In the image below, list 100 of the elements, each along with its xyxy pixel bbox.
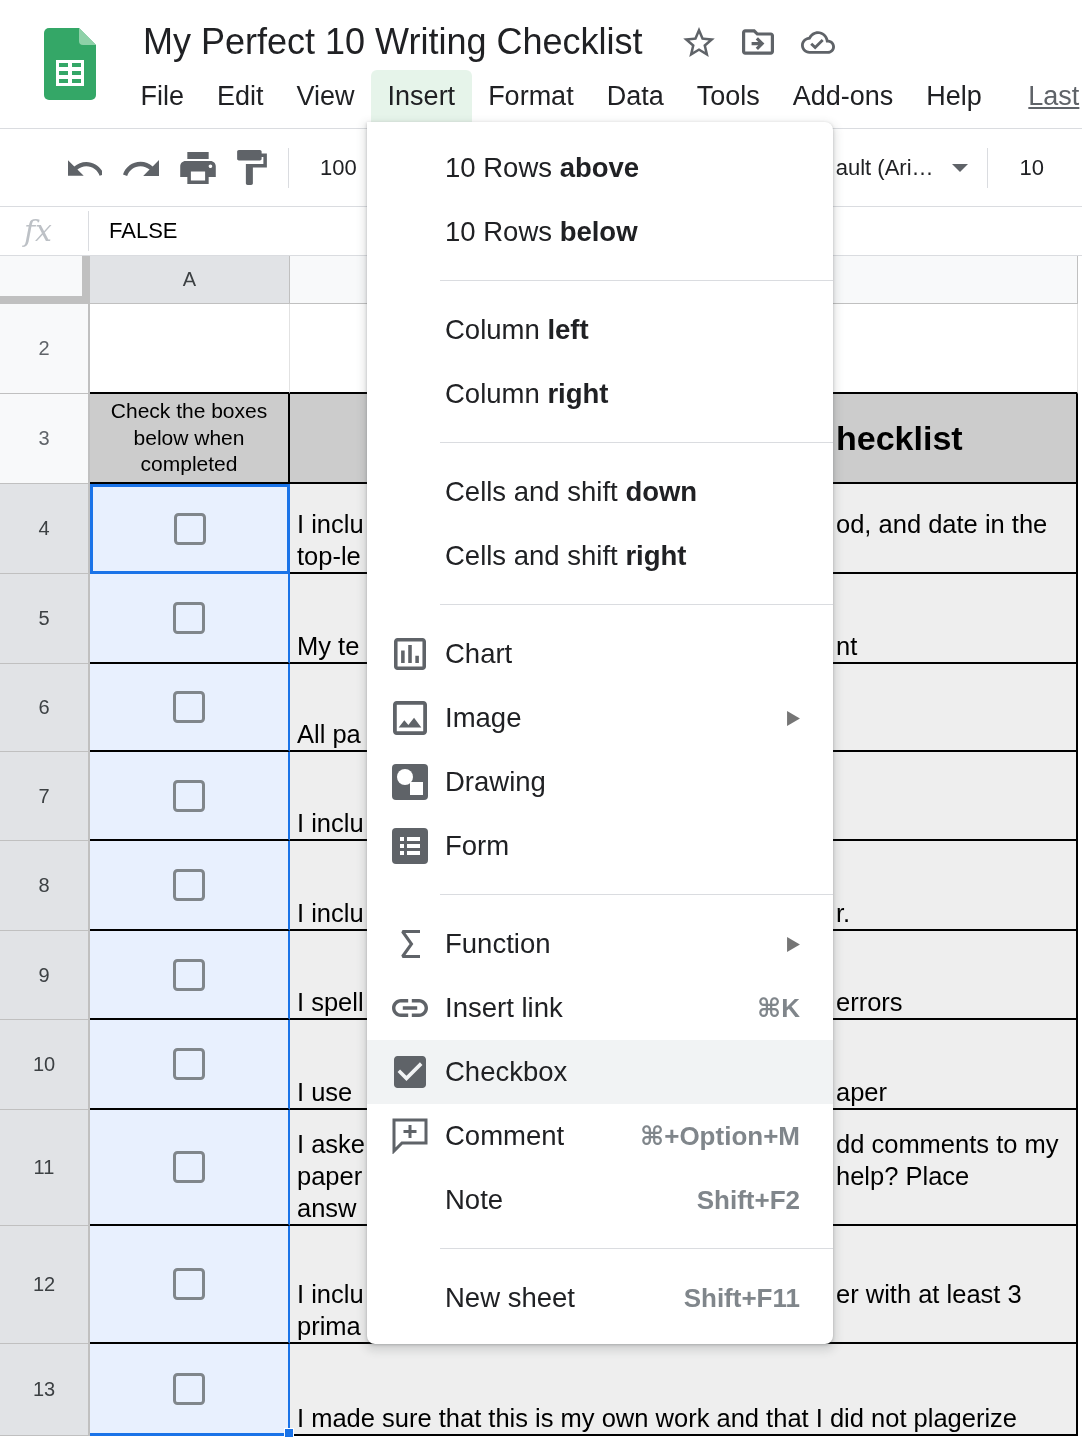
menu-item[interactable]: Cells and shift right <box>367 524 833 588</box>
menubar-item[interactable]: Edit <box>200 70 281 122</box>
paint-roller-icon[interactable] <box>237 150 267 185</box>
font-size-field[interactable]: 10 <box>1019 154 1044 181</box>
row-header[interactable]: 6 <box>0 664 90 752</box>
sigma-icon <box>399 930 421 958</box>
menu-item[interactable]: Insert link ⌘K <box>367 976 833 1040</box>
list-form-icon <box>392 828 428 864</box>
checkbox[interactable] <box>173 779 205 812</box>
checkbox[interactable] <box>173 869 205 901</box>
cell-text: aper <box>836 1077 888 1107</box>
document-title[interactable]: My Perfect 10 Writing Checklist <box>143 20 643 64</box>
cell-text: I spell <box>297 987 364 1017</box>
row-header[interactable]: 13 <box>0 1344 90 1436</box>
select-all-corner[interactable] <box>0 256 90 304</box>
shortcut-label: ⌘K <box>757 992 800 1024</box>
row-header[interactable]: 11 <box>0 1110 90 1226</box>
cell-text: I aske <box>297 1129 366 1159</box>
cell-text: I made sure that this is my own work and that I did not plagerize <box>297 1403 1018 1433</box>
last-edit-link[interactable]: Last <box>1028 70 1080 122</box>
menu-item[interactable]: Drawing <box>367 750 833 814</box>
checkbox[interactable] <box>173 1048 205 1080</box>
cell-text: prima <box>297 1311 361 1341</box>
menu-item[interactable]: Chart <box>367 622 833 686</box>
header-cell: Check the boxes below when completed <box>90 394 290 484</box>
cell-text: answ <box>297 1193 357 1223</box>
redo-icon[interactable] <box>123 159 159 176</box>
row-header[interactable]: 5 <box>0 574 90 664</box>
shortcut-label: Shift+F2 <box>696 1184 800 1216</box>
menu-item[interactable]: New sheet Shift+F11 <box>367 1266 833 1330</box>
cloud-check-icon[interactable] <box>801 30 836 54</box>
font-select[interactable]: ault (Ari… <box>835 154 968 181</box>
cell-text: hecklist <box>836 418 963 458</box>
column-header[interactable]: A <box>90 256 290 304</box>
undo-icon[interactable] <box>68 159 102 176</box>
zoom-select[interactable]: 100 <box>320 154 357 181</box>
menu-item[interactable]: Function <box>367 912 833 976</box>
menubar-item[interactable]: Add-ons <box>776 70 910 122</box>
cell-text: I inclu <box>297 808 364 838</box>
add-comment-icon <box>392 1118 428 1154</box>
menu-item[interactable]: Form <box>367 814 833 878</box>
shortcut-label: Shift+F11 <box>683 1282 800 1314</box>
menu-item[interactable]: Note Shift+F2 <box>367 1168 833 1232</box>
menubar-item[interactable]: Insert <box>371 70 472 122</box>
cell-text: er with at least 3 <box>836 1279 1022 1309</box>
checkbox[interactable] <box>174 513 206 545</box>
caret-icon <box>951 163 968 172</box>
menu-item[interactable]: Cells and shift down <box>367 460 833 524</box>
fill-handle[interactable] <box>284 1428 294 1438</box>
menu-item[interactable]: 10 Rows above <box>367 136 833 200</box>
bar-chart-icon <box>394 638 426 670</box>
print-icon[interactable] <box>180 151 216 184</box>
menu-item[interactable]: Column right <box>367 362 833 426</box>
cell-text: I inclu <box>297 509 364 539</box>
folder-arrow-icon[interactable] <box>742 29 775 55</box>
menubar-item[interactable]: Data <box>590 70 681 122</box>
shapes-icon <box>392 764 428 800</box>
row-header[interactable]: 12 <box>0 1226 90 1344</box>
checkbox[interactable] <box>173 691 205 723</box>
cell-text: od, and date in the <box>836 509 1048 539</box>
menubar-item[interactable]: Format <box>471 70 591 122</box>
row-header[interactable]: 3 <box>0 394 90 484</box>
menu-item[interactable]: Column left <box>367 298 833 362</box>
cell-text: All pa <box>297 719 361 749</box>
menu-item[interactable]: Comment ⌘+Option+M <box>367 1104 833 1168</box>
row-header[interactable]: 7 <box>0 752 90 841</box>
spreadsheet-logo-icon[interactable] <box>44 28 96 100</box>
menu-item[interactable]: 10 Rows below <box>367 200 833 264</box>
row-header[interactable]: 2 <box>0 304 90 394</box>
menubar-item[interactable]: File <box>124 70 201 122</box>
image-icon <box>393 701 427 735</box>
shortcut-label: ⌘+Option+M <box>640 1120 800 1152</box>
checkbox[interactable] <box>173 1268 205 1300</box>
menubar-item[interactable]: Help <box>909 70 999 122</box>
cell-text: nt <box>836 631 858 661</box>
cell-text: I inclu <box>297 898 364 928</box>
row-header[interactable]: 9 <box>0 931 90 1020</box>
cell-text: r. <box>836 898 851 928</box>
cell-text: dd comments to my <box>836 1129 1059 1159</box>
checkbox-icon <box>394 1056 426 1088</box>
cell-text: My te <box>297 631 360 661</box>
link-icon <box>392 999 428 1017</box>
fx-label: fx <box>24 214 54 248</box>
checkbox[interactable] <box>173 1372 205 1405</box>
row-header[interactable]: 8 <box>0 841 90 931</box>
menubar-item[interactable]: Tools <box>680 70 777 122</box>
menu-item[interactable]: Image <box>367 686 833 750</box>
menu-item[interactable]: Checkbox <box>367 1040 833 1104</box>
row-header[interactable]: 4 <box>0 484 90 574</box>
row-header[interactable]: 10 <box>0 1020 90 1110</box>
cell-text: top-le <box>297 541 361 571</box>
cell-text: help? Place <box>836 1161 970 1191</box>
star-icon[interactable] <box>683 27 716 57</box>
checkbox[interactable] <box>173 602 205 634</box>
cell-text: errors <box>836 987 903 1017</box>
cell-text: paper <box>297 1161 363 1191</box>
checkbox[interactable] <box>173 1151 205 1183</box>
checkbox[interactable] <box>173 958 205 991</box>
cell-text: I inclu <box>297 1279 364 1309</box>
menubar-item[interactable]: View <box>280 70 372 122</box>
